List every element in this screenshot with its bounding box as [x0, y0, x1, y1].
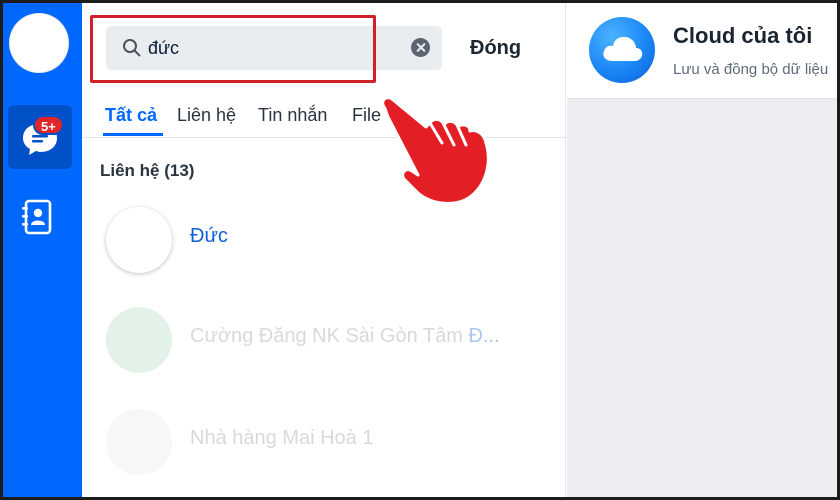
cloud-header[interactable]: Cloud của tôi Lưu và đồng bộ dữ liệu	[567, 3, 837, 99]
contacts-section-title: Liên hệ (13)	[100, 161, 195, 180]
unread-badge: 5+	[33, 115, 64, 135]
contacts-nav-button[interactable]	[21, 199, 55, 240]
annotation-highlight-box	[90, 15, 376, 83]
cloud-subtitle: Lưu và đồng bộ dữ liệu	[673, 61, 829, 78]
active-tab-indicator	[103, 133, 163, 136]
avatar	[106, 307, 172, 373]
close-search-button[interactable]: Đóng	[470, 37, 521, 60]
search-panel: đức Đóng Tất cả Liên hệ Tin nhắn File Li…	[82, 3, 566, 497]
conversation-area: Cloud của tôi Lưu và đồng bộ dữ liệu	[567, 3, 837, 497]
app-window: 5+ đức Đóng Tất cả Liên hệ Tin nhắn File…	[0, 0, 840, 500]
avatar	[106, 409, 172, 475]
contact-name: Cường Đăng NK Sài Gòn Tâm Đ...	[190, 325, 500, 347]
tab-messages[interactable]: Tin nhắn	[258, 105, 327, 126]
nav-rail: 5+	[3, 3, 82, 497]
list-item[interactable]: Đức	[82, 201, 566, 281]
list-item[interactable]: Cường Đăng NK Sài Gòn Tâm Đ...	[82, 301, 566, 381]
clear-search-icon[interactable]	[411, 38, 430, 57]
contact-name: Nhà hàng Mai Hoà 1	[190, 427, 374, 449]
user-avatar[interactable]	[9, 13, 69, 73]
pointing-hand-icon	[381, 96, 490, 205]
contact-name: Đức	[190, 225, 228, 247]
list-item[interactable]: Nhà hàng Mai Hoà 1	[82, 403, 566, 483]
avatar	[106, 207, 172, 273]
contact-book-icon	[22, 199, 52, 235]
cloud-icon	[589, 17, 655, 83]
cloud-title: Cloud của tôi	[673, 23, 813, 48]
tab-contacts[interactable]: Liên hệ	[177, 105, 236, 126]
tab-all[interactable]: Tất cả	[105, 105, 157, 126]
